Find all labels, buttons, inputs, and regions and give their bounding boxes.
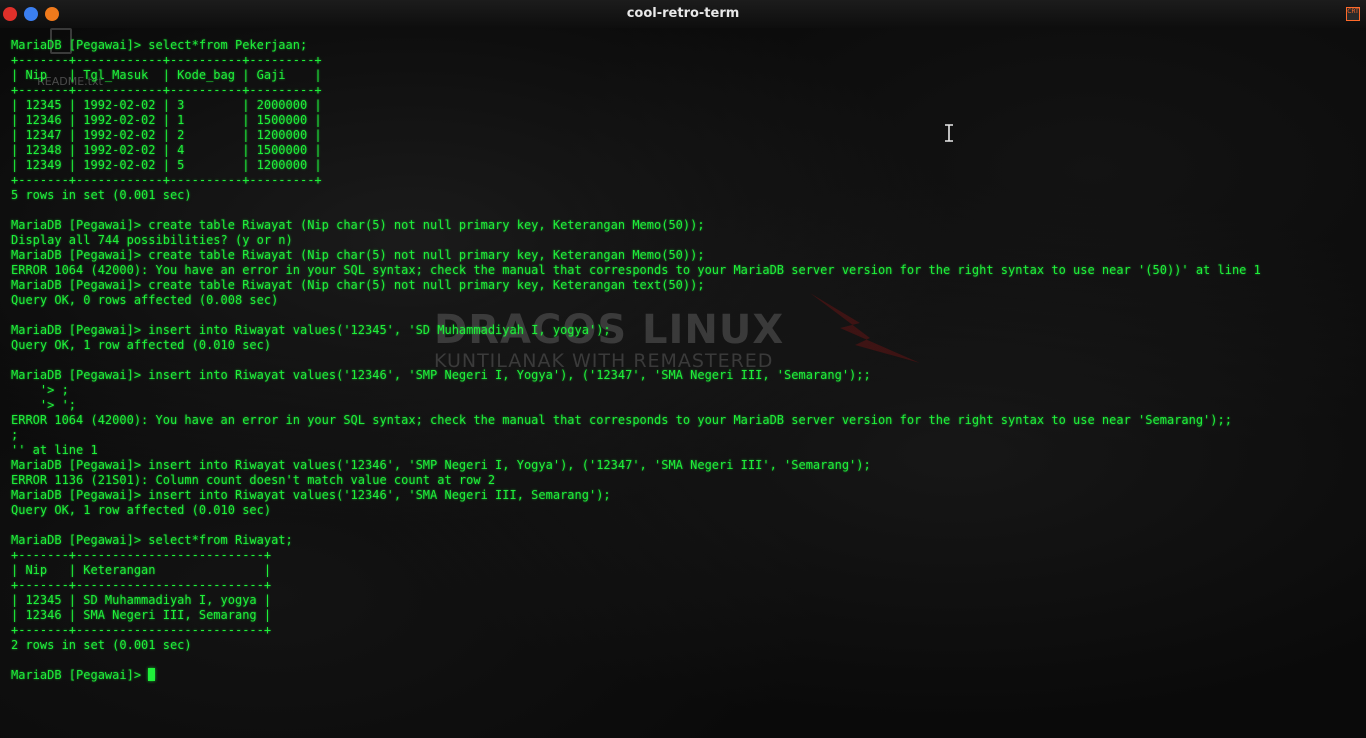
terminal-line: Query OK, 1 row affected (0.010 sec) — [11, 503, 272, 517]
terminal-line: '> ; — [11, 383, 69, 397]
terminal-line: MariaDB [Pegawai]> create table Riwayat … — [11, 218, 705, 232]
terminal-line: | 12347 | 1992-02-02 | 2 | 1200000 | — [11, 128, 322, 142]
terminal-line: | 12346 | SMA Negeri III, Semarang | — [11, 608, 272, 622]
shell-prompt: MariaDB [Pegawai]> — [11, 668, 149, 682]
terminal-line: | Nip | Keterangan | — [11, 563, 272, 577]
terminal-line: +-------+------------+----------+-------… — [11, 53, 322, 67]
terminal-line: '' at line 1 — [11, 443, 98, 457]
terminal-line: MariaDB [Pegawai]> create table Riwayat … — [11, 248, 705, 262]
terminal-line: MariaDB [Pegawai]> insert into Riwayat v… — [11, 323, 611, 337]
terminal-prompt-line[interactable]: MariaDB [Pegawai]> — [11, 668, 1261, 683]
terminal-line: +-------+--------------------------+ — [11, 548, 272, 562]
terminal-line: | 12345 | SD Muhammadiyah I, yogya | — [11, 593, 272, 607]
terminal-line: | 12346 | 1992-02-02 | 1 | 1500000 | — [11, 113, 322, 127]
terminal-line: MariaDB [Pegawai]> insert into Riwayat v… — [11, 368, 871, 382]
terminal-line: ERROR 1064 (42000): You have an error in… — [11, 263, 1261, 277]
terminal-line: MariaDB [Pegawai]> insert into Riwayat v… — [11, 458, 871, 472]
terminal-line: MariaDB [Pegawai]> select*from Pekerjaan… — [11, 38, 308, 52]
terminal-window: cool-retro-term CRT README.txt DRACOS LI… — [0, 0, 1366, 738]
terminal-line: ERROR 1064 (42000): You have an error in… — [11, 413, 1232, 427]
terminal-line: Query OK, 1 row affected (0.010 sec) — [11, 338, 272, 352]
window-title: cool-retro-term — [626, 6, 740, 21]
terminal-line: +-------+------------+----------+-------… — [11, 173, 322, 187]
terminal-line: 2 rows in set (0.001 sec) — [11, 638, 192, 652]
terminal-line: '> '; — [11, 398, 77, 412]
terminal-line: MariaDB [Pegawai]> create table Riwayat … — [11, 278, 705, 292]
terminal-line: MariaDB [Pegawai]> select*from Riwayat; — [11, 533, 293, 547]
terminal-line: +-------+--------------------------+ — [11, 623, 272, 637]
terminal-line: ; — [11, 428, 19, 442]
terminal-line: | Nip | Tgl_Masuk | Kode_bag | Gaji | — [11, 68, 322, 82]
terminal-line: +-------+--------------------------+ — [11, 578, 272, 592]
terminal-line: ERROR 1136 (21S01): Column count doesn't… — [11, 473, 496, 487]
terminal-line: +-------+------------+----------+-------… — [11, 83, 322, 97]
terminal-line: Query OK, 0 rows affected (0.008 sec) — [11, 293, 279, 307]
title-bar[interactable]: cool-retro-term CRT — [0, 0, 1366, 29]
terminal-cursor — [148, 668, 156, 681]
terminal-line: MariaDB [Pegawai]> insert into Riwayat v… — [11, 488, 611, 502]
crt-app-icon: CRT — [1346, 7, 1360, 21]
terminal-line: 5 rows in set (0.001 sec) — [11, 188, 192, 202]
terminal-area[interactable]: README.txt DRACOS LINUX KUNTILANAK WITH … — [0, 28, 1366, 738]
terminal-line: | 12348 | 1992-02-02 | 4 | 1500000 | — [11, 143, 322, 157]
text-cursor-icon — [945, 124, 953, 142]
terminal-line: Display all 744 possibilities? (y or n) — [11, 233, 293, 247]
terminal-output: MariaDB [Pegawai]> select*from Pekerjaan… — [11, 38, 1261, 683]
terminal-line: | 12349 | 1992-02-02 | 5 | 1200000 | — [11, 158, 322, 172]
terminal-line: | 12345 | 1992-02-02 | 3 | 2000000 | — [11, 98, 322, 112]
